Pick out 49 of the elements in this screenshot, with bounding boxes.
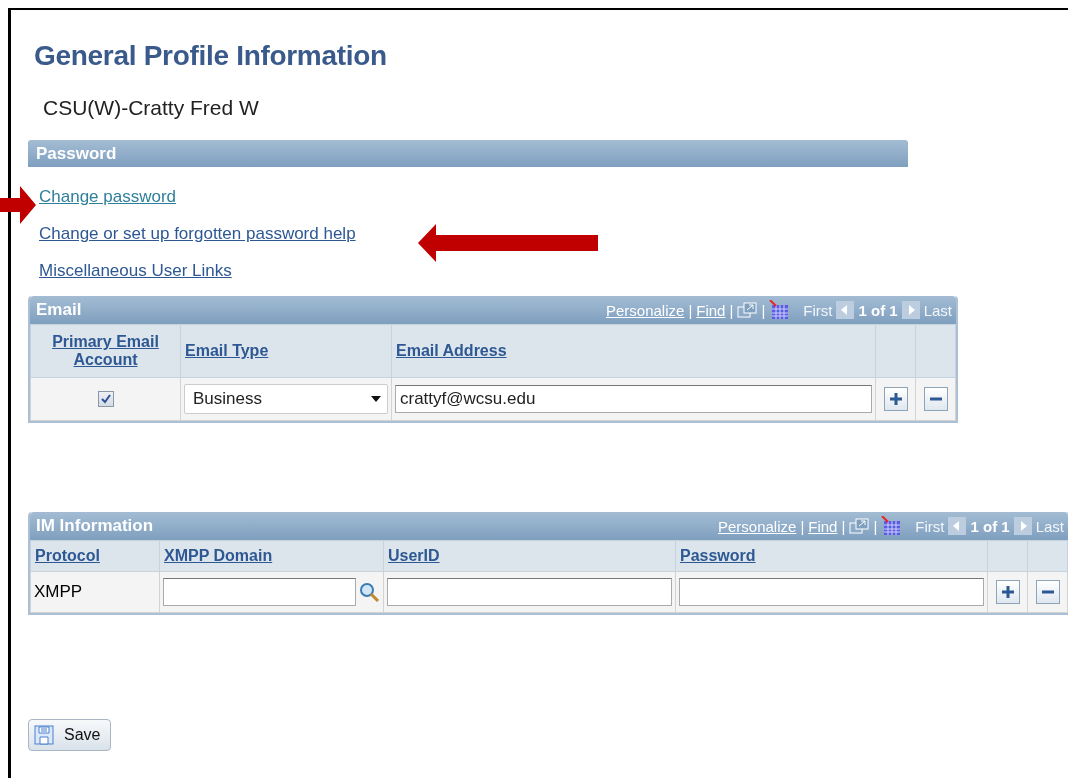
grid-title: Email <box>36 300 83 320</box>
add-row-button[interactable] <box>883 387 908 411</box>
grid-download-icon[interactable] <box>881 516 902 536</box>
separator-text: | <box>688 301 693 319</box>
email-address-field[interactable]: crattyf@wcsu.edu <box>395 385 872 413</box>
first-label: First <box>915 517 945 535</box>
search-icon[interactable] <box>358 581 380 603</box>
column-header[interactable]: Email Address <box>396 342 507 360</box>
caret-icon <box>371 396 381 402</box>
plus-icon <box>1000 585 1015 599</box>
password-link[interactable]: Change or set up forgotten password help <box>39 224 356 244</box>
grid-download-icon[interactable] <box>769 300 790 320</box>
delete-row-button[interactable] <box>1035 580 1060 604</box>
next-icon[interactable] <box>901 301 920 319</box>
separator-text: | <box>761 301 766 319</box>
delete-row-button[interactable] <box>923 387 948 411</box>
userid-field[interactable] <box>387 578 672 606</box>
user-name: CSU(W)-Cratty Fred W <box>43 96 260 120</box>
section-header: Password <box>28 140 908 167</box>
column-header[interactable]: Email Type <box>185 342 269 360</box>
separator-text: | <box>873 517 878 535</box>
page-count: 1 of 1 <box>858 301 898 319</box>
xmpp-domain-field[interactable] <box>163 578 356 606</box>
email-type-dropdown[interactable]: Business <box>184 384 388 414</box>
previous-icon[interactable] <box>836 301 855 319</box>
first-label: First <box>803 301 833 319</box>
protocol-cell: XMPP <box>34 582 83 601</box>
add-row-button[interactable] <box>995 580 1020 604</box>
page-count: 1 of 1 <box>970 517 1010 535</box>
password-field[interactable] <box>679 578 984 606</box>
next-icon[interactable] <box>1013 517 1032 535</box>
password-link[interactable]: Change password <box>39 187 177 207</box>
last-label: Last <box>923 301 952 319</box>
checkbox[interactable] <box>97 391 114 407</box>
view-all-icon[interactable] <box>849 518 870 534</box>
save-button[interactable]: Save <box>28 719 112 751</box>
previous-icon[interactable] <box>948 517 967 535</box>
last-label: Last <box>1035 517 1064 535</box>
column-header[interactable]: Password <box>680 547 756 565</box>
view-all-icon[interactable] <box>737 302 758 318</box>
plus-icon <box>888 392 903 406</box>
separator-text: | <box>841 517 846 535</box>
password-link[interactable]: Miscellaneous User Links <box>39 261 232 281</box>
arrow-annotation <box>0 186 36 224</box>
separator-text: | <box>800 517 805 535</box>
separator-text: | <box>729 301 734 319</box>
grid-title: IM Information <box>36 516 155 536</box>
page-title: General Profile Information <box>34 40 388 72</box>
column-header[interactable]: UserID <box>388 547 440 565</box>
